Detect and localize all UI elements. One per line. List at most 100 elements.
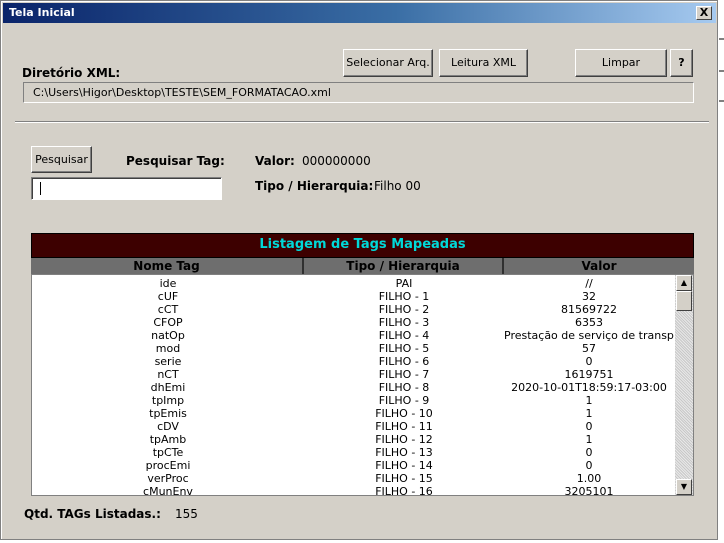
cell-tag-name: serie	[154, 355, 182, 368]
table-row[interactable]: cMunEnv FILHO - 16 3205101	[32, 485, 673, 496]
cell-value: 6353	[575, 316, 603, 329]
window-title: Tela Inicial	[9, 6, 75, 19]
cell-tag-name: CFOP	[153, 316, 183, 329]
cell-tag-name: tpEmis	[149, 407, 187, 420]
cell-tag-name: tpAmb	[149, 433, 187, 446]
close-button[interactable]: X	[696, 6, 712, 20]
vertical-scrollbar[interactable]: ▲ ▼	[675, 275, 693, 495]
table-row[interactable]: tpCTe FILHO - 13 0	[32, 446, 673, 459]
scroll-up-icon[interactable]: ▲	[676, 275, 692, 291]
table-row[interactable]: dhEmi FILHO - 8 2020-10-01T18:59:17-03:00	[32, 381, 673, 394]
directory-path-field[interactable]: C:\Users\Higor\Desktop\TESTE\SEM_FORMATA…	[23, 82, 694, 103]
table-row[interactable]: tpEmis FILHO - 10 1	[32, 407, 673, 420]
cell-value: 57	[582, 342, 596, 355]
cell-type: FILHO - 3	[378, 316, 430, 329]
table-row[interactable]: mod FILHO - 5 57	[32, 342, 673, 355]
value-label: Valor:	[255, 154, 295, 168]
edge-tick	[719, 70, 724, 72]
clear-button[interactable]: Limpar	[575, 49, 667, 77]
table-row[interactable]: tpImp FILHO - 9 1	[32, 394, 673, 407]
cell-type: FILHO - 15	[375, 472, 433, 485]
cell-value: Prestação de serviço de transporte	[504, 329, 674, 342]
column-header-value[interactable]: Valor	[504, 258, 694, 274]
cell-type: FILHO - 11	[375, 420, 433, 433]
cell-value: 1	[585, 407, 593, 420]
table-row[interactable]: cCT FILHO - 2 81569722	[32, 303, 673, 316]
table-row[interactable]: procEmi FILHO - 14 0	[32, 459, 673, 472]
table-row[interactable]: nCT FILHO - 7 1619751	[32, 368, 673, 381]
table-row[interactable]: natOp FILHO - 4 Prestação de serviço de tr…	[32, 329, 674, 342]
select-file-button[interactable]: Selecionar Arq.	[343, 49, 433, 77]
cell-tag-name: tpCTe	[152, 446, 184, 459]
tag-count-value: 155	[175, 507, 198, 521]
cell-type: FILHO - 13	[375, 446, 433, 459]
help-button[interactable]: ?	[670, 49, 693, 77]
list-title: Listagem de Tags Mapeadas	[31, 233, 694, 258]
table-row[interactable]: cUF FILHO - 1 32	[32, 290, 673, 303]
cell-type: FILHO - 6	[378, 355, 430, 368]
cell-tag-name: cDV	[157, 420, 179, 433]
cell-tag-name: cUF	[157, 290, 179, 303]
cell-tag-name: ide	[159, 277, 177, 290]
cell-type: FILHO - 14	[375, 459, 433, 472]
cell-tag-name: verProc	[147, 472, 189, 485]
cell-type: FILHO - 7	[378, 368, 430, 381]
scroll-thumb[interactable]	[676, 291, 692, 311]
cell-type: FILHO - 8	[378, 381, 430, 394]
column-header-type[interactable]: Tipo / Hierarquia	[304, 258, 504, 274]
cell-tag-name: procEmi	[145, 459, 191, 472]
cell-value: 0	[585, 459, 593, 472]
cell-value: //	[585, 277, 593, 290]
cell-type: FILHO - 16	[375, 485, 433, 496]
value-text: 000000000	[302, 154, 371, 168]
cell-value: 1.00	[576, 472, 602, 485]
cell-tag-name: natOp	[151, 329, 185, 342]
cell-type: FILHO - 9	[378, 394, 430, 407]
cell-type: FILHO - 1	[378, 290, 430, 303]
cell-value: 81569722	[561, 303, 617, 316]
table-row[interactable]: verProc FILHO - 15 1.00	[32, 472, 673, 485]
cell-tag-name: mod	[155, 342, 181, 355]
cell-type: FILHO - 10	[375, 407, 433, 420]
type-hierarchy-value: Filho 00	[374, 179, 421, 193]
cell-value: 2020-10-01T18:59:17-03:00	[511, 381, 667, 394]
cell-type: FILHO - 4	[378, 329, 430, 342]
search-button[interactable]: Pesquisar	[31, 146, 92, 173]
edge-tick	[719, 38, 724, 40]
column-headers: Nome Tag Tipo / Hierarquia Valor	[31, 258, 694, 274]
table-row[interactable]: serie FILHO - 6 0	[32, 355, 673, 368]
table-row[interactable]: tpAmb FILHO - 12 1	[32, 433, 673, 446]
cell-type: FILHO - 2	[378, 303, 430, 316]
search-input[interactable]	[31, 177, 222, 200]
cell-value: 0	[585, 446, 593, 459]
directory-label: Diretório XML:	[22, 66, 121, 80]
cell-value: 0	[585, 420, 593, 433]
cell-tag-name: cMunEnv	[143, 485, 193, 496]
column-header-tag-name[interactable]: Nome Tag	[31, 258, 304, 274]
table-row[interactable]: ide PAI //	[32, 277, 673, 290]
table-row[interactable]: CFOP FILHO - 3 6353	[32, 316, 673, 329]
background-strip	[719, 0, 724, 543]
cell-tag-name: cCT	[157, 303, 179, 316]
tag-count-label: Qtd. TAGs Listadas.:	[24, 507, 161, 521]
search-tag-label: Pesquisar Tag:	[126, 154, 225, 168]
main-window: Tela Inicial X Diretório XML: Selecionar…	[0, 0, 718, 540]
cell-tag-name: tpImp	[151, 394, 185, 407]
cell-value: 32	[582, 290, 596, 303]
scroll-down-icon[interactable]: ▼	[676, 479, 692, 495]
separator	[15, 121, 709, 123]
cell-value: 0	[585, 355, 593, 368]
text-caret	[40, 181, 41, 195]
table-row[interactable]: cDV FILHO - 11 0	[32, 420, 673, 433]
cell-value: 1619751	[564, 368, 614, 381]
cell-value: 1	[585, 394, 593, 407]
cell-type: PAI	[395, 277, 413, 290]
cell-value: 1	[585, 433, 593, 446]
read-xml-button[interactable]: Leitura XML	[439, 49, 528, 77]
cell-tag-name: dhEmi	[150, 381, 186, 394]
cell-tag-name: nCT	[157, 368, 179, 381]
cell-type: FILHO - 12	[375, 433, 433, 446]
title-bar: Tela Inicial X	[3, 3, 716, 23]
type-hierarchy-label: Tipo / Hierarquia:	[255, 179, 374, 193]
tags-list[interactable]: cMunEnv FILHO - 16 3205101 verProc FILHO - 1…	[31, 274, 694, 496]
